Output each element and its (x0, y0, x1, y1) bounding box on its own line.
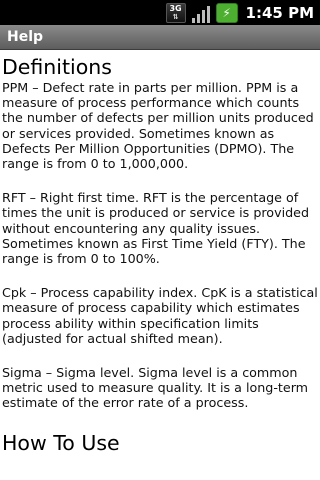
clock: 1:45 PM (245, 3, 314, 22)
definition-sigma: Sigma – Sigma level. Sigma level is a co… (2, 365, 309, 411)
battery-charging-icon: ⚡ (215, 2, 238, 23)
app-title: Help (7, 29, 44, 45)
how-to-use-heading: How To Use (2, 430, 120, 455)
data-arrows-icon: ⇅ (172, 12, 179, 21)
definition-rft: RFT – Right first time. RFT is the perce… (2, 190, 310, 267)
status-bar: 3G ⇅ ⚡ 1:45 PM (0, 0, 320, 25)
signal-strength-icon (191, 3, 210, 23)
help-content[interactable]: Definitions PPM – Defect rate in parts p… (0, 50, 320, 480)
3g-data-icon: 3G ⇅ (165, 2, 186, 23)
app-title-bar: Help (0, 25, 320, 50)
definition-ppm: PPM – Defect rate in parts per million. … (2, 80, 314, 172)
network-type-label: 3G (169, 3, 182, 13)
definition-cpk: Cpk – Process capability index. CpK is a… (2, 285, 318, 346)
definitions-heading: Definitions (2, 55, 112, 79)
